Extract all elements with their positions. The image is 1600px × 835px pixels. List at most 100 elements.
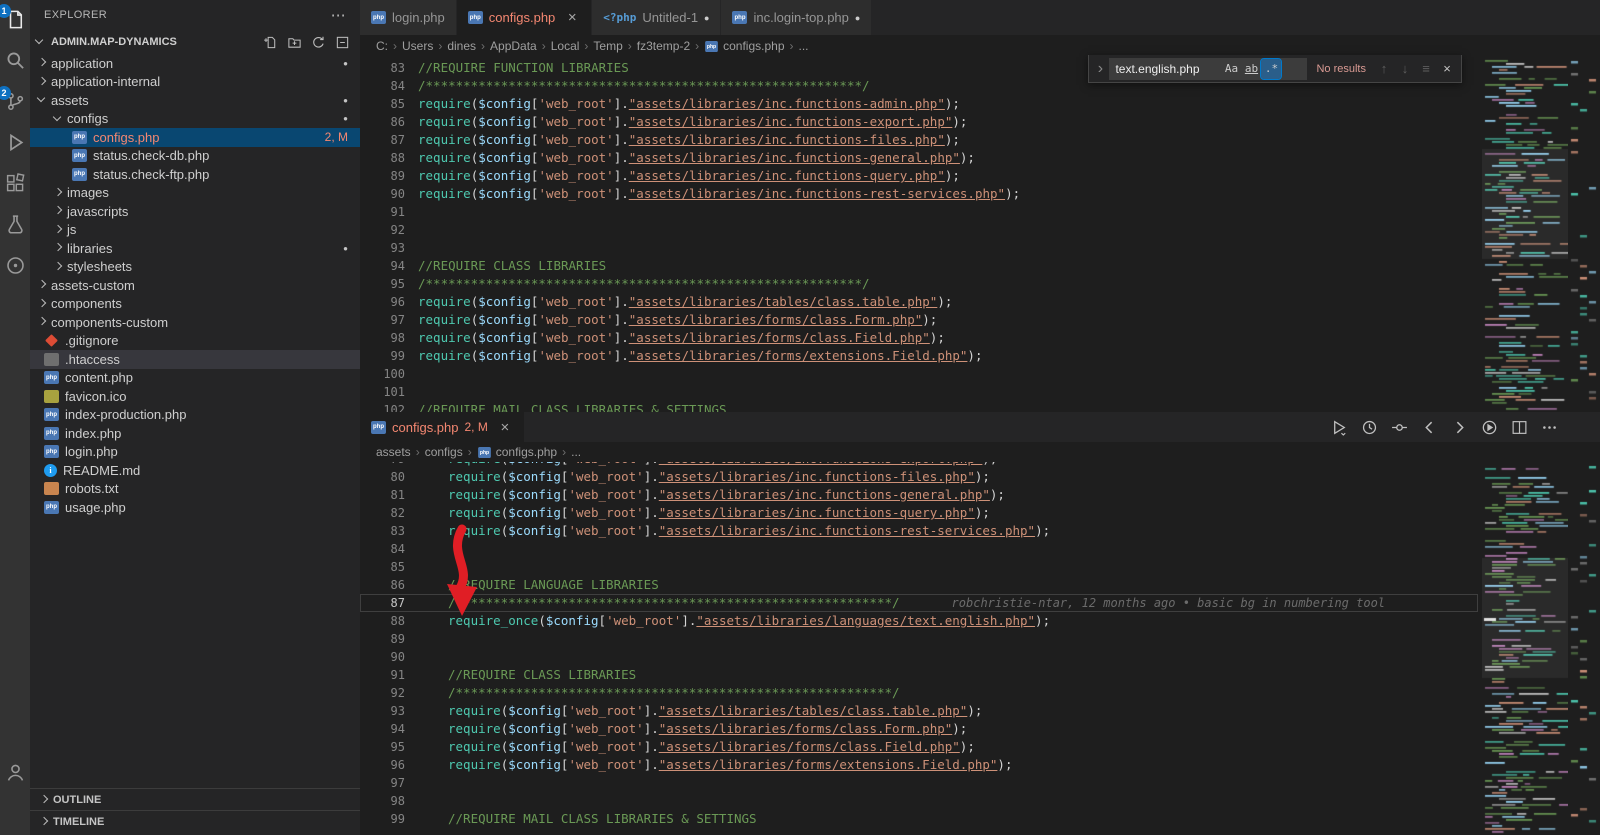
panel-outline[interactable]: OUTLINE bbox=[30, 788, 360, 810]
source-control-icon[interactable]: 2 bbox=[3, 92, 27, 116]
tree-item[interactable]: application● bbox=[30, 54, 360, 73]
arrow-up-icon[interactable]: ↑ bbox=[1375, 61, 1393, 76]
code-line[interactable]: 90 bbox=[360, 648, 1478, 666]
line-number[interactable]: 87 bbox=[360, 131, 405, 149]
tab-inc-login-top-php[interactable]: phpinc.login-top.php● bbox=[721, 0, 872, 35]
code-line[interactable]: 96require($config['web_root']."assets/li… bbox=[360, 293, 1478, 311]
panel-timeline[interactable]: TIMELINE bbox=[30, 810, 360, 832]
line-number[interactable]: 84 bbox=[360, 77, 405, 95]
remote-icon[interactable] bbox=[3, 256, 27, 280]
code-line[interactable]: 88require($config['web_root']."assets/li… bbox=[360, 149, 1478, 167]
code-line[interactable]: 88require_once($config['web_root']."asse… bbox=[360, 612, 1478, 630]
breadcrumb-item[interactable]: Users bbox=[402, 39, 433, 53]
more-actions-icon[interactable] bbox=[1541, 419, 1558, 436]
close-icon[interactable]: × bbox=[564, 9, 580, 26]
code-line[interactable]: 101 bbox=[360, 383, 1478, 401]
project-root[interactable]: ADMIN.MAP-DYNAMICS bbox=[30, 30, 360, 54]
match-case-icon[interactable]: Aa bbox=[1221, 59, 1241, 79]
line-number[interactable]: 102 bbox=[360, 401, 405, 412]
code-line[interactable]: 95/*************************************… bbox=[360, 275, 1478, 293]
breadcrumb-item[interactable]: Local bbox=[551, 39, 580, 53]
breadcrumb-item[interactable]: AppData bbox=[490, 39, 537, 53]
code-line[interactable]: 81require($config['web_root']."assets/li… bbox=[360, 486, 1478, 504]
run-all-icon[interactable] bbox=[1481, 419, 1498, 436]
code-line[interactable]: 96require($config['web_root']."assets/li… bbox=[360, 756, 1478, 774]
account-icon[interactable] bbox=[3, 763, 27, 787]
ellipsis-icon[interactable]: ⋯ bbox=[331, 6, 346, 24]
breadcrumb-item[interactable]: phpconfigs.php bbox=[704, 39, 784, 53]
code-line[interactable]: 102//REQUIRE MAIL CLASS LIBRARIES & SETT… bbox=[360, 401, 1478, 412]
tree-item[interactable]: phpstatus.check-db.php bbox=[30, 147, 360, 166]
code-line[interactable]: 85 bbox=[360, 558, 1478, 576]
regex-icon[interactable]: .* bbox=[1261, 59, 1281, 79]
extensions-icon[interactable] bbox=[3, 174, 27, 198]
line-number[interactable]: 100 bbox=[360, 365, 405, 383]
tree-item[interactable]: application-internal bbox=[30, 73, 360, 92]
line-number[interactable]: 80 bbox=[360, 468, 405, 486]
minimap[interactable] bbox=[1482, 57, 1568, 412]
breadcrumb-item[interactable]: ... bbox=[799, 39, 809, 53]
line-number[interactable]: 94 bbox=[360, 257, 405, 275]
line-number[interactable]: 88 bbox=[360, 149, 405, 167]
code-line[interactable]: 87/*************************************… bbox=[360, 594, 1478, 612]
tree-item[interactable]: phpconfigs.php2, M bbox=[30, 128, 360, 147]
code-line[interactable]: 92 bbox=[360, 221, 1478, 239]
tree-item[interactable]: stylesheets bbox=[30, 258, 360, 277]
code-line[interactable]: 83require($config['web_root']."assets/li… bbox=[360, 522, 1478, 540]
line-number[interactable]: 89 bbox=[360, 167, 405, 185]
code-line[interactable]: 80require($config['web_root']."assets/li… bbox=[360, 468, 1478, 486]
tree-item[interactable]: components bbox=[30, 295, 360, 314]
new-file-icon[interactable] bbox=[263, 35, 278, 50]
tree-item[interactable]: phpindex.php bbox=[30, 424, 360, 443]
run-icon[interactable] bbox=[1331, 419, 1348, 436]
tree-item[interactable]: phpindex-production.php bbox=[30, 406, 360, 425]
minimap[interactable] bbox=[1482, 462, 1568, 835]
line-number[interactable]: 99 bbox=[360, 347, 405, 365]
line-number[interactable]: 86 bbox=[360, 113, 405, 131]
whole-word-icon[interactable]: ab bbox=[1241, 59, 1261, 79]
search-input[interactable] bbox=[1115, 62, 1221, 76]
code-line[interactable]: 92/*************************************… bbox=[360, 684, 1478, 702]
line-number[interactable]: 96 bbox=[360, 756, 405, 774]
collapse-all-icon[interactable] bbox=[335, 35, 350, 50]
breadcrumb-item[interactable]: C: bbox=[376, 39, 388, 53]
line-number[interactable]: 93 bbox=[360, 239, 405, 257]
line-number[interactable]: 83 bbox=[360, 59, 405, 77]
find-in-selection-icon[interactable]: ≡ bbox=[1417, 61, 1435, 76]
code-line[interactable]: 85require($config['web_root']."assets/li… bbox=[360, 95, 1478, 113]
tree-item[interactable]: iREADME.md bbox=[30, 461, 360, 480]
tree-item[interactable]: javascripts bbox=[30, 202, 360, 221]
breadcrumb-item[interactable]: Temp bbox=[593, 39, 622, 53]
line-number[interactable]: 87 bbox=[360, 594, 405, 612]
forward-icon[interactable] bbox=[1451, 419, 1468, 436]
code-line[interactable]: 98 bbox=[360, 792, 1478, 810]
refresh-icon[interactable] bbox=[311, 35, 326, 50]
tree-item[interactable]: .htaccess bbox=[30, 350, 360, 369]
code-line[interactable]: 87require($config['web_root']."assets/li… bbox=[360, 131, 1478, 149]
code-line[interactable]: 86//REQUIRE LANGUAGE LIBRARIES bbox=[360, 576, 1478, 594]
breadcrumb-item[interactable]: phpconfigs.php bbox=[477, 445, 557, 459]
testing-icon[interactable] bbox=[3, 215, 27, 239]
breadcrumb-item[interactable]: assets bbox=[376, 445, 411, 459]
line-number[interactable]: 96 bbox=[360, 293, 405, 311]
close-icon[interactable]: × bbox=[497, 419, 513, 436]
search-icon[interactable] bbox=[3, 51, 27, 75]
code-line[interactable]: 97require($config['web_root']."assets/li… bbox=[360, 311, 1478, 329]
code-line[interactable]: 95require($config['web_root']."assets/li… bbox=[360, 738, 1478, 756]
code-line[interactable]: 93 bbox=[360, 239, 1478, 257]
code-line[interactable]: 86require($config['web_root']."assets/li… bbox=[360, 113, 1478, 131]
line-number[interactable]: 91 bbox=[360, 666, 405, 684]
tree-item[interactable]: robots.txt bbox=[30, 480, 360, 499]
code-line[interactable]: 97 bbox=[360, 774, 1478, 792]
line-number[interactable]: 98 bbox=[360, 329, 405, 347]
line-number[interactable]: 90 bbox=[360, 185, 405, 203]
tree-item[interactable]: phpstatus.check-ftp.php bbox=[30, 165, 360, 184]
tree-item[interactable]: configs● bbox=[30, 110, 360, 129]
line-number[interactable]: 97 bbox=[360, 311, 405, 329]
line-number[interactable]: 98 bbox=[360, 792, 405, 810]
tree-item[interactable]: assets● bbox=[30, 91, 360, 110]
code-line[interactable]: 100 bbox=[360, 365, 1478, 383]
run-debug-icon[interactable] bbox=[3, 133, 27, 157]
line-number[interactable]: 101 bbox=[360, 383, 405, 401]
line-number[interactable]: 85 bbox=[360, 558, 405, 576]
